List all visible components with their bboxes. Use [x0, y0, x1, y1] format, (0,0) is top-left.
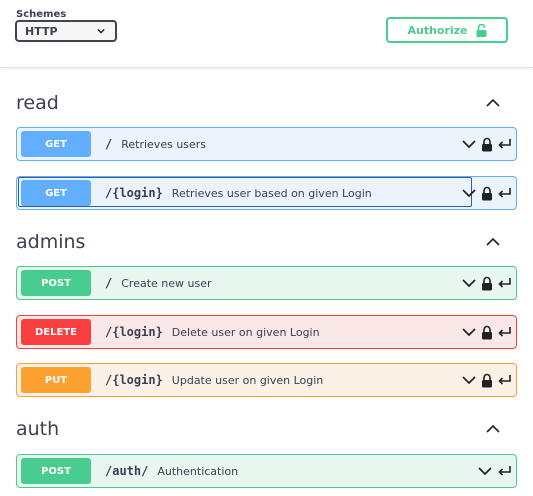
operation-controls: [461, 364, 512, 396]
chevron-down-icon[interactable]: [461, 324, 477, 340]
method-badge: POST: [21, 270, 91, 296]
operation-get-root[interactable]: GET / Retrieves users: [16, 127, 517, 161]
scheme-select-value: HTTP: [25, 24, 58, 38]
operation-summary: Retrieves users: [121, 137, 207, 151]
chevron-down-icon[interactable]: [461, 185, 477, 201]
lock-icon[interactable]: [481, 373, 493, 388]
tag-name: admins: [16, 231, 86, 253]
operation-controls: [461, 316, 512, 348]
operation-path: /{login}: [105, 373, 163, 387]
operation-summary: Authentication: [157, 464, 239, 478]
authorize-button[interactable]: Authorize: [386, 17, 508, 43]
operation-path: /: [105, 137, 113, 151]
tag-read[interactable]: read: [16, 88, 516, 118]
authorize-label: Authorize: [407, 23, 468, 37]
operation-summary: Update user on given Login: [171, 373, 324, 387]
operation-controls: [461, 128, 512, 160]
tag-admins[interactable]: admins: [16, 227, 516, 257]
operation-put-login[interactable]: PUT /{login} Update user on given Login: [16, 363, 517, 397]
copy-to-clipboard-icon[interactable]: [497, 186, 512, 200]
operation-controls: [461, 267, 512, 299]
chevron-down-icon[interactable]: [461, 275, 477, 291]
lock-icon[interactable]: [481, 325, 493, 340]
chevron-down-icon[interactable]: [477, 463, 493, 479]
operation-summary: Create new user: [121, 276, 212, 290]
copy-to-clipboard-icon[interactable]: [497, 325, 512, 339]
chevron-down-icon: [97, 28, 105, 34]
copy-to-clipboard-icon[interactable]: [497, 464, 512, 478]
method-badge: POST: [21, 458, 91, 484]
copy-to-clipboard-icon[interactable]: [497, 373, 512, 387]
tag-name: auth: [16, 418, 60, 440]
chevron-down-icon[interactable]: [461, 372, 477, 388]
scheme-container: Schemes HTTP Authorize: [0, 0, 533, 68]
lock-icon[interactable]: [481, 137, 493, 152]
scheme-select[interactable]: HTTP: [15, 20, 117, 42]
operation-post-root[interactable]: POST / Create new user: [16, 266, 517, 300]
operation-delete-login[interactable]: DELETE /{login} Delete user on given Log…: [16, 315, 517, 349]
operation-post-auth[interactable]: POST /auth/ Authentication: [16, 454, 517, 488]
operation-controls: [461, 177, 512, 209]
method-badge: GET: [21, 131, 91, 157]
tag-name: read: [16, 92, 59, 114]
method-badge: PUT: [21, 367, 91, 393]
tag-auth[interactable]: auth: [16, 414, 516, 444]
lock-icon[interactable]: [481, 186, 493, 201]
chevron-up-icon[interactable]: [486, 235, 500, 249]
copy-to-clipboard-icon[interactable]: [497, 276, 512, 290]
chevron-up-icon[interactable]: [486, 96, 500, 110]
schemes-label: Schemes: [16, 9, 67, 20]
operation-path: /auth/: [105, 464, 149, 478]
operation-path: /: [105, 276, 113, 290]
lock-icon[interactable]: [481, 276, 493, 291]
operation-path: /{login}: [105, 325, 163, 339]
operation-summary: Delete user on given Login: [171, 325, 320, 339]
focus-outline: [18, 177, 472, 207]
chevron-down-icon[interactable]: [461, 136, 477, 152]
operation-controls: [477, 455, 512, 487]
method-badge: DELETE: [21, 319, 91, 345]
operation-get-login[interactable]: GET /{login} Retrieves user based on giv…: [16, 176, 517, 210]
chevron-up-icon[interactable]: [486, 422, 500, 436]
lock-open-icon: [476, 23, 487, 37]
copy-to-clipboard-icon[interactable]: [497, 137, 512, 151]
